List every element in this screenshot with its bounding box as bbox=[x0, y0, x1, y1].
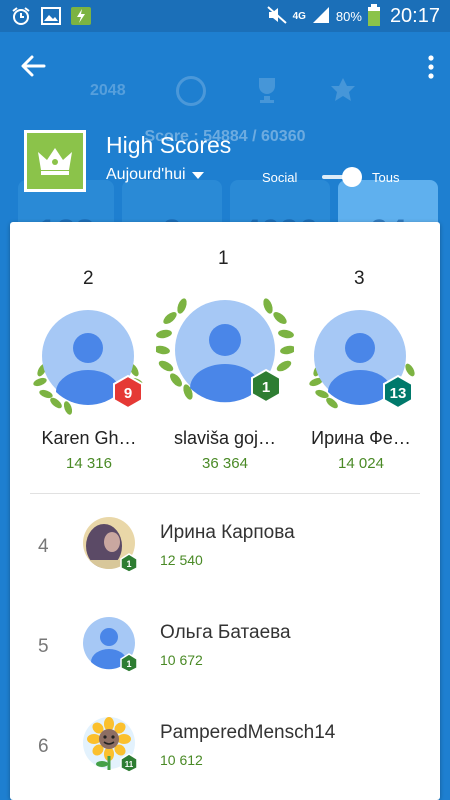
podium-name: slaviša goj… bbox=[173, 428, 277, 448]
toggle-social-label: Social bbox=[262, 170, 298, 185]
status-bar: 4G 80% 20:17 bbox=[0, 0, 450, 32]
back-arrow-icon[interactable] bbox=[18, 52, 48, 80]
toggle-all-label: Tous bbox=[372, 170, 400, 185]
period-label: Aujourd'hui bbox=[106, 166, 186, 183]
podium-score: 14 024 bbox=[338, 455, 384, 472]
network-type: 4G bbox=[292, 10, 306, 22]
divider bbox=[30, 493, 420, 494]
row-rank: 5 bbox=[38, 636, 49, 657]
podium-rank: 2 bbox=[83, 268, 94, 289]
app-bar bbox=[0, 32, 450, 100]
alarm-icon bbox=[10, 6, 32, 26]
social-all-toggle[interactable]: Social Tous bbox=[256, 166, 416, 190]
row-score: 12 540 bbox=[160, 552, 203, 568]
podium-name: Karen Gh… bbox=[41, 428, 137, 448]
sunflower-avatar: 11 bbox=[82, 716, 138, 773]
level-badge: 1 bbox=[262, 379, 270, 396]
level-badge: 9 bbox=[124, 385, 132, 402]
page-title: High Scores bbox=[106, 132, 232, 158]
podium-score: 14 316 bbox=[66, 455, 112, 472]
level-badge: 1 bbox=[126, 659, 131, 669]
podium-rank: 1 bbox=[218, 248, 229, 269]
podium-player-3[interactable]: 13 bbox=[308, 308, 420, 416]
row-name: Ирина Карпова bbox=[160, 522, 295, 543]
period-dropdown[interactable]: Aujourd'hui bbox=[106, 166, 204, 184]
row-score: 10 612 bbox=[160, 752, 203, 768]
podium-name: Ирина Фе… bbox=[311, 428, 411, 448]
gallery-icon bbox=[40, 6, 62, 26]
overflow-menu-icon[interactable] bbox=[426, 54, 436, 80]
leaderboard-crown-icon bbox=[24, 130, 86, 192]
podium-score: 36 364 bbox=[202, 455, 248, 472]
signal-icon bbox=[312, 6, 330, 27]
chevron-down-icon bbox=[191, 171, 204, 179]
avatar: 1 bbox=[82, 516, 138, 573]
row-name: Ольга Батаева bbox=[160, 622, 291, 643]
podium-player-1[interactable]: 1 bbox=[154, 292, 296, 412]
avatar: 1 bbox=[82, 616, 138, 673]
battery-app-icon bbox=[70, 6, 92, 26]
level-badge: 13 bbox=[390, 385, 407, 402]
row-name: PamperedMensch14 bbox=[160, 722, 336, 743]
battery-icon bbox=[367, 4, 380, 29]
level-badge: 1 bbox=[126, 559, 131, 569]
level-badge: 11 bbox=[125, 760, 134, 769]
row-rank: 6 bbox=[38, 736, 49, 757]
row-score: 10 672 bbox=[160, 652, 203, 668]
toggle-knob[interactable] bbox=[342, 167, 362, 187]
podium-player-2[interactable]: 9 bbox=[32, 308, 144, 416]
mute-icon bbox=[266, 6, 287, 27]
row-rank: 4 bbox=[38, 536, 49, 557]
clock: 20:17 bbox=[389, 5, 440, 27]
battery-percent: 80% bbox=[335, 9, 362, 24]
podium-rank: 3 bbox=[354, 268, 365, 289]
